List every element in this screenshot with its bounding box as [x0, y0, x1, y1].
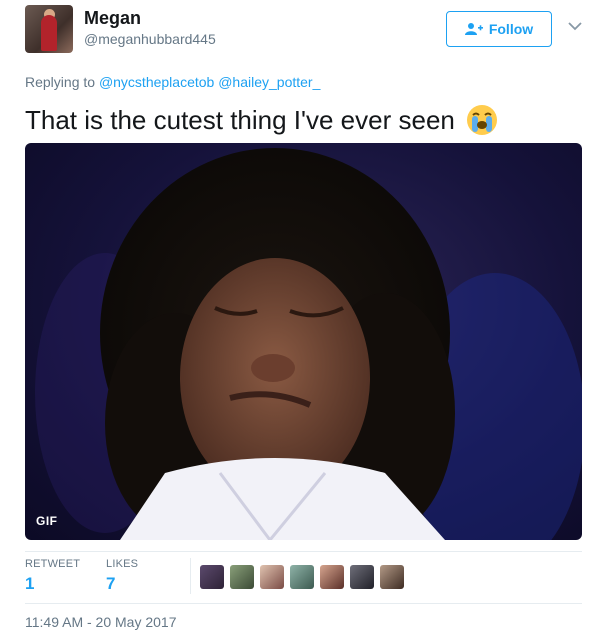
likes-label[interactable]: LIKES	[106, 558, 138, 570]
divider	[25, 551, 582, 552]
liker-avatar[interactable]	[320, 565, 344, 589]
liker-avatar[interactable]	[290, 565, 314, 589]
gif-preview-image	[35, 148, 582, 540]
liker-avatar[interactable]	[260, 565, 284, 589]
tweet-body: That is the cutest thing I've ever seen	[25, 104, 455, 135]
retweets-count[interactable]: 1	[25, 574, 34, 594]
liker-avatar[interactable]	[380, 565, 404, 589]
follow-button[interactable]: Follow	[446, 11, 552, 47]
display-name[interactable]: Megan	[84, 8, 141, 29]
replying-to: Replying to @nycstheplacetob @hailey_pot…	[25, 74, 320, 90]
liker-avatars	[200, 565, 404, 589]
mention-link[interactable]: @hailey_potter_	[218, 74, 320, 90]
loudly-crying-face-icon	[466, 105, 497, 135]
mention-link[interactable]: @nycstheplacetob	[99, 74, 214, 90]
divider	[25, 603, 582, 604]
likes-count[interactable]: 7	[106, 574, 115, 594]
tweet-media-gif[interactable]	[25, 143, 582, 540]
liker-avatar[interactable]	[230, 565, 254, 589]
divider	[190, 558, 191, 594]
avatar-figure	[41, 15, 57, 51]
username[interactable]: @meganhubbard445	[84, 31, 216, 47]
liker-avatar[interactable]	[350, 565, 374, 589]
add-user-icon	[464, 23, 483, 35]
replying-prefix: Replying to	[25, 74, 96, 90]
chevron-down-icon[interactable]	[567, 20, 583, 32]
retweets-label[interactable]: RETWEET	[25, 558, 80, 570]
tweet-timestamp[interactable]: 11:49 AM - 20 May 2017	[25, 614, 177, 630]
liker-avatar[interactable]	[200, 565, 224, 589]
tweet-text: That is the cutest thing I've ever seen	[25, 103, 499, 137]
follow-label: Follow	[488, 21, 534, 37]
avatar[interactable]	[25, 5, 73, 53]
gif-badge: GIF	[36, 514, 58, 528]
